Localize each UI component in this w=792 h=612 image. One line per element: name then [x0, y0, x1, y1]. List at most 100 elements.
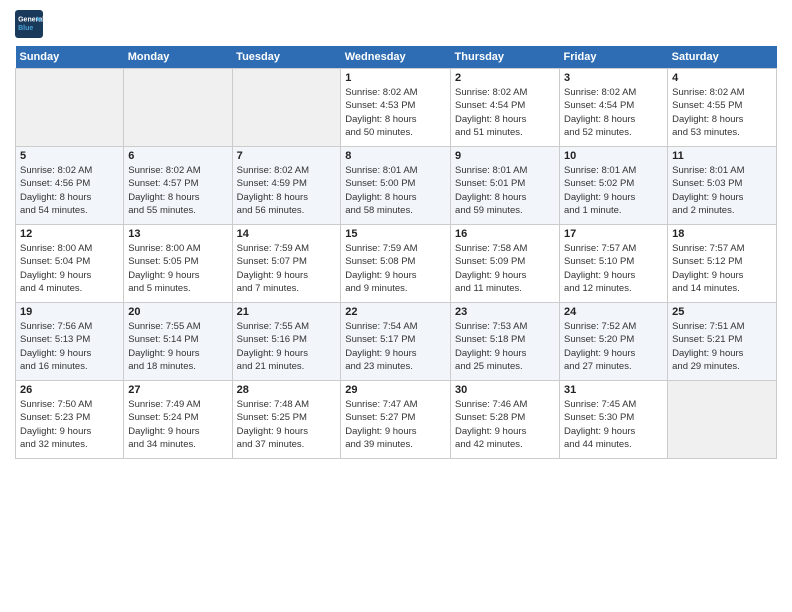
calendar-cell [232, 69, 341, 147]
day-info: Sunrise: 7:57 AM Sunset: 5:10 PM Dayligh… [564, 242, 663, 295]
calendar-cell: 23 Sunrise: 7:53 AM Sunset: 5:18 PM Dayli… [451, 303, 560, 381]
day-info: Sunrise: 7:48 AM Sunset: 5:25 PM Dayligh… [237, 398, 337, 451]
day-info: Sunrise: 7:56 AM Sunset: 5:13 PM Dayligh… [20, 320, 119, 373]
day-info: Sunrise: 8:02 AM Sunset: 4:55 PM Dayligh… [672, 86, 772, 139]
header: General Blue [15, 10, 777, 38]
day-info: Sunrise: 7:52 AM Sunset: 5:20 PM Dayligh… [564, 320, 663, 373]
day-info: Sunrise: 8:01 AM Sunset: 5:01 PM Dayligh… [455, 164, 555, 217]
day-number: 16 [455, 228, 555, 240]
day-number: 18 [672, 228, 772, 240]
week-row-1: 1 Sunrise: 8:02 AM Sunset: 4:53 PM Daylig… [16, 69, 777, 147]
day-info: Sunrise: 7:47 AM Sunset: 5:27 PM Dayligh… [345, 398, 446, 451]
day-info: Sunrise: 8:02 AM Sunset: 4:53 PM Dayligh… [345, 86, 446, 139]
calendar-cell: 6 Sunrise: 8:02 AM Sunset: 4:57 PM Daylig… [124, 147, 232, 225]
day-number: 4 [672, 72, 772, 84]
day-number: 9 [455, 150, 555, 162]
calendar-cell: 14Sunrise: 7:59 AM Sunset: 5:07 PM Dayli… [232, 225, 341, 303]
day-info: Sunrise: 8:02 AM Sunset: 4:54 PM Dayligh… [564, 86, 663, 139]
day-number: 23 [455, 306, 555, 318]
week-row-4: 19 Sunrise: 7:56 AM Sunset: 5:13 PM Dayli… [16, 303, 777, 381]
calendar-cell: 29 Sunrise: 7:47 AM Sunset: 5:27 PM Dayli… [341, 381, 451, 459]
day-info: Sunrise: 7:57 AM Sunset: 5:12 PM Dayligh… [672, 242, 772, 295]
day-number: 30 [455, 384, 555, 396]
calendar-cell: 20 Sunrise: 7:55 AM Sunset: 5:14 PM Dayli… [124, 303, 232, 381]
calendar-cell: 19 Sunrise: 7:56 AM Sunset: 5:13 PM Dayli… [16, 303, 124, 381]
day-number: 8 [345, 150, 446, 162]
day-info: Sunrise: 8:02 AM Sunset: 4:59 PM Dayligh… [237, 164, 337, 217]
calendar-cell: 4 Sunrise: 8:02 AM Sunset: 4:55 PM Daylig… [668, 69, 777, 147]
weekday-header-tuesday: Tuesday [232, 46, 341, 69]
calendar-cell: 5 Sunrise: 8:02 AM Sunset: 4:56 PM Daylig… [16, 147, 124, 225]
calendar-cell: 24 Sunrise: 7:52 AM Sunset: 5:20 PM Dayli… [560, 303, 668, 381]
day-info: Sunrise: 8:01 AM Sunset: 5:02 PM Dayligh… [564, 164, 663, 217]
day-number: 10 [564, 150, 663, 162]
logo: General Blue [15, 10, 47, 38]
day-number: 3 [564, 72, 663, 84]
day-info: Sunrise: 7:45 AM Sunset: 5:30 PM Dayligh… [564, 398, 663, 451]
calendar-cell: 1 Sunrise: 8:02 AM Sunset: 4:53 PM Daylig… [341, 69, 451, 147]
day-info: Sunrise: 8:00 AM Sunset: 5:04 PM Dayligh… [20, 242, 119, 295]
day-number: 19 [20, 306, 119, 318]
day-number: 6 [128, 150, 227, 162]
day-number: 13 [128, 228, 227, 240]
logo-icon: General Blue [15, 10, 43, 38]
day-info: Sunrise: 8:02 AM Sunset: 4:54 PM Dayligh… [455, 86, 555, 139]
calendar-cell: 17Sunrise: 7:57 AM Sunset: 5:10 PM Dayli… [560, 225, 668, 303]
day-number: 28 [237, 384, 337, 396]
day-info: Sunrise: 8:02 AM Sunset: 4:57 PM Dayligh… [128, 164, 227, 217]
day-info: Sunrise: 7:53 AM Sunset: 5:18 PM Dayligh… [455, 320, 555, 373]
weekday-header-monday: Monday [124, 46, 232, 69]
day-number: 11 [672, 150, 772, 162]
day-info: Sunrise: 7:51 AM Sunset: 5:21 PM Dayligh… [672, 320, 772, 373]
day-info: Sunrise: 8:00 AM Sunset: 5:05 PM Dayligh… [128, 242, 227, 295]
weekday-header-thursday: Thursday [451, 46, 560, 69]
day-number: 31 [564, 384, 663, 396]
calendar-cell: 7 Sunrise: 8:02 AM Sunset: 4:59 PM Daylig… [232, 147, 341, 225]
day-number: 25 [672, 306, 772, 318]
calendar-cell: 2 Sunrise: 8:02 AM Sunset: 4:54 PM Daylig… [451, 69, 560, 147]
day-number: 29 [345, 384, 446, 396]
day-number: 7 [237, 150, 337, 162]
weekday-header-sunday: Sunday [16, 46, 124, 69]
calendar-cell: 11Sunrise: 8:01 AM Sunset: 5:03 PM Dayli… [668, 147, 777, 225]
day-info: Sunrise: 7:58 AM Sunset: 5:09 PM Dayligh… [455, 242, 555, 295]
day-info: Sunrise: 7:59 AM Sunset: 5:08 PM Dayligh… [345, 242, 446, 295]
day-number: 12 [20, 228, 119, 240]
day-number: 24 [564, 306, 663, 318]
calendar-cell: 21Sunrise: 7:55 AM Sunset: 5:16 PM Dayli… [232, 303, 341, 381]
day-info: Sunrise: 7:49 AM Sunset: 5:24 PM Dayligh… [128, 398, 227, 451]
day-number: 1 [345, 72, 446, 84]
day-info: Sunrise: 7:55 AM Sunset: 5:14 PM Dayligh… [128, 320, 227, 373]
weekday-header-saturday: Saturday [668, 46, 777, 69]
calendar-cell: 18 Sunrise: 7:57 AM Sunset: 5:12 PM Dayli… [668, 225, 777, 303]
day-number: 20 [128, 306, 227, 318]
calendar-cell: 8 Sunrise: 8:01 AM Sunset: 5:00 PM Daylig… [341, 147, 451, 225]
day-info: Sunrise: 7:50 AM Sunset: 5:23 PM Dayligh… [20, 398, 119, 451]
weekday-header-row: SundayMondayTuesdayWednesdayThursdayFrid… [16, 46, 777, 69]
weekday-header-friday: Friday [560, 46, 668, 69]
calendar-cell: 30Sunrise: 7:46 AM Sunset: 5:28 PM Dayli… [451, 381, 560, 459]
calendar-cell [668, 381, 777, 459]
page-container: General Blue SundayMondayTuesdayWednesda… [0, 0, 792, 469]
week-row-3: 12 Sunrise: 8:00 AM Sunset: 5:04 PM Dayli… [16, 225, 777, 303]
calendar-cell: 3 Sunrise: 8:02 AM Sunset: 4:54 PM Daylig… [560, 69, 668, 147]
calendar-cell: 31 Sunrise: 7:45 AM Sunset: 5:30 PM Dayli… [560, 381, 668, 459]
calendar-cell: 9 Sunrise: 8:01 AM Sunset: 5:01 PM Daylig… [451, 147, 560, 225]
svg-text:Blue: Blue [18, 25, 33, 32]
day-number: 2 [455, 72, 555, 84]
day-info: Sunrise: 8:01 AM Sunset: 5:00 PM Dayligh… [345, 164, 446, 217]
day-number: 15 [345, 228, 446, 240]
calendar-cell: 25 Sunrise: 7:51 AM Sunset: 5:21 PM Dayli… [668, 303, 777, 381]
day-info: Sunrise: 8:02 AM Sunset: 4:56 PM Dayligh… [20, 164, 119, 217]
day-number: 5 [20, 150, 119, 162]
week-row-5: 26 Sunrise: 7:50 AM Sunset: 5:23 PM Dayli… [16, 381, 777, 459]
weekday-header-wednesday: Wednesday [341, 46, 451, 69]
calendar-cell: 26 Sunrise: 7:50 AM Sunset: 5:23 PM Dayli… [16, 381, 124, 459]
calendar-cell: 16 Sunrise: 7:58 AM Sunset: 5:09 PM Dayli… [451, 225, 560, 303]
day-number: 22 [345, 306, 446, 318]
day-info: Sunrise: 7:59 AM Sunset: 5:07 PM Dayligh… [237, 242, 337, 295]
calendar-cell: 27Sunrise: 7:49 AM Sunset: 5:24 PM Dayli… [124, 381, 232, 459]
day-number: 21 [237, 306, 337, 318]
calendar-cell: 28 Sunrise: 7:48 AM Sunset: 5:25 PM Dayli… [232, 381, 341, 459]
day-number: 26 [20, 384, 119, 396]
